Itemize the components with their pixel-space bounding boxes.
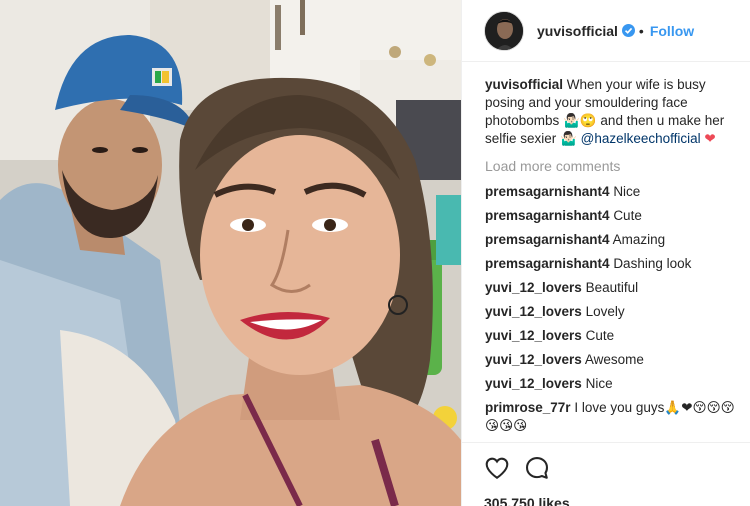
heart-outline-icon[interactable] (484, 455, 510, 481)
comment-username[interactable]: yuvi_12_lovers (485, 352, 582, 367)
comment-row: premsagarnishant4 Nice (485, 183, 736, 207)
action-icons (484, 453, 750, 483)
comment-username[interactable]: yuvi_12_lovers (485, 280, 582, 295)
comment-row: yuvi_12_lovers Nice (485, 375, 736, 399)
comment-text: Amazing (612, 232, 666, 247)
comment-text: Awesome (584, 352, 644, 367)
caption-mention[interactable]: @hazelkeechofficial (581, 131, 701, 146)
load-more-comments-button[interactable]: Load more comments (485, 157, 736, 175)
comment-text: Dashing look (613, 256, 692, 271)
comment-row: yuvi_12_lovers Awesome (485, 351, 736, 375)
comment-username[interactable]: yuvi_12_lovers (485, 376, 582, 391)
avatar-image (485, 11, 523, 50)
post-header: yuvisofficial • Follow (462, 0, 750, 62)
comment-username[interactable]: yuvi_12_lovers (485, 328, 582, 343)
separator-dot: • (638, 22, 644, 39)
comment-text: Nice (585, 376, 613, 391)
comment-username[interactable]: premsagarnishant4 (485, 184, 610, 199)
follow-button[interactable]: Follow (650, 23, 694, 39)
comment-username[interactable]: yuvi_12_lovers (485, 304, 582, 319)
speech-bubble-icon[interactable] (524, 455, 550, 481)
comment-row: primrose_77r I love you guys🙏❤😚😚😚😘😘😘 (485, 399, 736, 435)
comment-text: Lovely (585, 304, 625, 319)
likes-count[interactable]: 305,750 likes (484, 495, 750, 506)
comment-text: Beautiful (585, 280, 639, 295)
comment-text: Cute (585, 328, 615, 343)
caption-username[interactable]: yuvisofficial (485, 77, 563, 92)
comment-row: yuvi_12_lovers Cute (485, 327, 736, 351)
comment-username[interactable]: premsagarnishant4 (485, 232, 610, 247)
selfie-image (0, 0, 461, 506)
post-actions: 305,750 likes (462, 442, 750, 506)
caption: yuvisofficial When your wife is busy pos… (485, 76, 736, 148)
post-username[interactable]: yuvisofficial (537, 23, 618, 39)
comment-username[interactable]: primrose_77r (485, 400, 571, 415)
comment-row: yuvi_12_lovers Beautiful (485, 279, 736, 303)
comment-row: yuvi_12_lovers Lovely (485, 303, 736, 327)
comments-list: yuvisofficial When your wife is busy pos… (462, 62, 750, 435)
comment-row: premsagarnishant4 Dashing look (485, 255, 736, 279)
comment-row: premsagarnishant4 Amazing (485, 231, 736, 255)
avatar[interactable] (484, 10, 524, 51)
post-side-panel: yuvisofficial • Follow yuvisofficial Whe… (461, 0, 750, 506)
comment-text: Cute (613, 208, 642, 223)
verified-badge-icon (621, 24, 635, 37)
comment-text: Nice (613, 184, 641, 199)
caption-heart: ❤ (704, 131, 716, 146)
comment-row: premsagarnishant4 Cute (485, 207, 736, 231)
comment-username[interactable]: premsagarnishant4 (485, 256, 610, 271)
comment-username[interactable]: premsagarnishant4 (485, 208, 610, 223)
post-photo[interactable] (0, 0, 461, 506)
